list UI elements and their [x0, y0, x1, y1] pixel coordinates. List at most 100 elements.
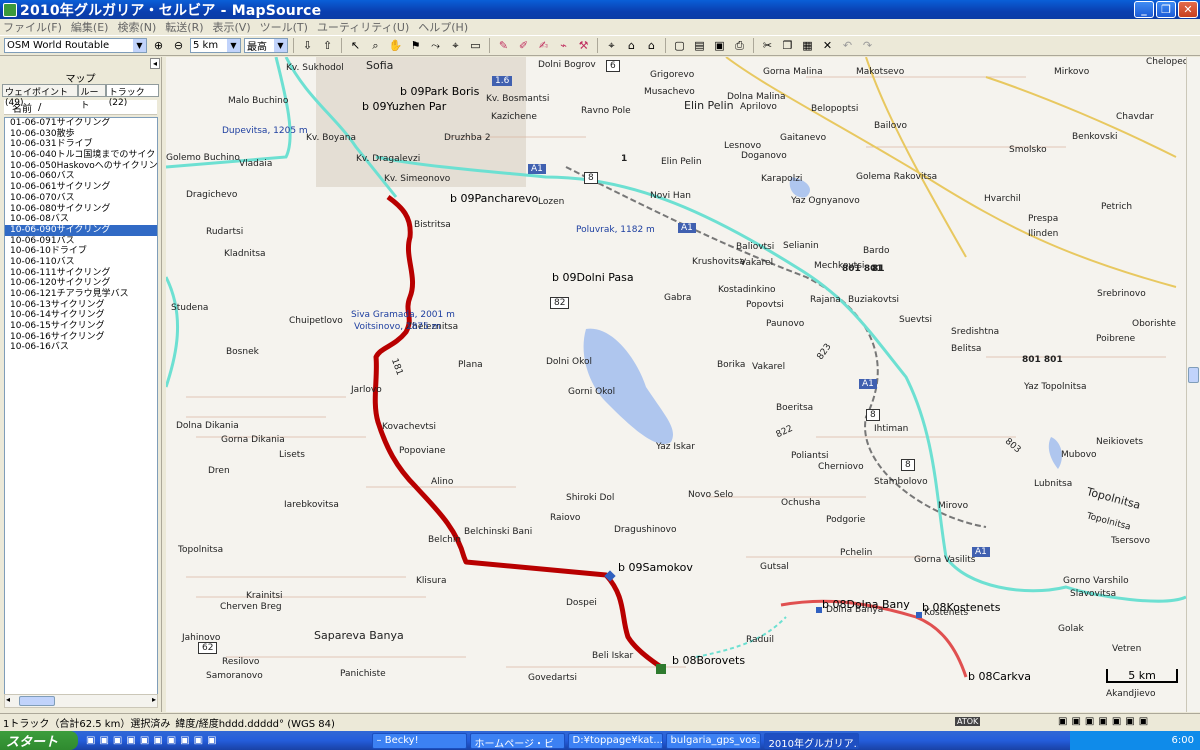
scrollbar-thumb[interactable]	[19, 696, 55, 706]
taskbar-item[interactable]: 2010年グルガリア...	[763, 732, 859, 749]
select-tool-icon[interactable]: ↖	[347, 37, 364, 54]
waypoint-label[interactable]: b 08Kostenets	[922, 601, 1000, 614]
horizontal-scrollbar[interactable]: ◂ ▸	[4, 694, 158, 708]
waypoint-label[interactable]: b 09Pancharevo	[450, 192, 538, 205]
panel-collapse-icon[interactable]: ◂	[150, 58, 160, 69]
track-list-item[interactable]: 10-06-080サイクリング	[5, 204, 157, 215]
menu-file[interactable]: ファイル(F)	[3, 19, 62, 35]
track-list-item[interactable]: 10-06-091バス	[5, 236, 157, 247]
find-icon[interactable]: ⌖	[603, 37, 620, 54]
ime-tool-icon[interactable]: ▣	[1125, 716, 1134, 727]
route-tool-icon[interactable]: ⤳	[427, 37, 444, 54]
quick-launch-icon[interactable]: ▣	[140, 735, 149, 746]
menu-edit[interactable]: 編集(E)	[71, 19, 109, 35]
save-file-icon[interactable]: ▣	[711, 37, 728, 54]
tab-tracks[interactable]: トラック (22)	[105, 84, 160, 108]
track-list-item[interactable]: 01-06-071サイクリング	[5, 118, 157, 129]
maximize-button[interactable]: ❐	[1156, 1, 1176, 18]
waypoint-label[interactable]: b 09Yuzhen Par	[362, 100, 446, 113]
map-tool-2-icon[interactable]: ✐	[515, 37, 532, 54]
zoom-in-icon[interactable]: ⊕	[150, 37, 167, 54]
quick-launch-icon[interactable]: ▣	[180, 735, 189, 746]
quick-launch-icon[interactable]: ▣	[86, 735, 95, 746]
waypoint-tool-icon[interactable]: ⚑	[407, 37, 424, 54]
ime-tool-icon[interactable]: ▣	[1058, 716, 1067, 727]
device-receive-icon[interactable]: ⇩	[299, 37, 316, 54]
vertical-scrollbar[interactable]	[1186, 57, 1200, 712]
taskbar-item[interactable]: bulgaria_gps_vos...	[665, 732, 761, 749]
scrollbar-thumb[interactable]	[1188, 367, 1199, 383]
map-tool-4-icon[interactable]: ⌁	[555, 37, 572, 54]
track-list-item[interactable]: 10-06-060バス	[5, 171, 157, 182]
track-tool-icon[interactable]: ⌖	[447, 37, 464, 54]
track-list-item[interactable]: 10-06-10ドライブ	[5, 246, 157, 257]
quick-launch-icon[interactable]: ▣	[113, 735, 122, 746]
waypoint-label[interactable]: b 08Dolna Bany	[822, 598, 910, 611]
scroll-left-icon[interactable]: ◂	[6, 695, 10, 704]
track-list-item[interactable]: 10-06-040トルコ国境までのサイクリング	[5, 150, 157, 161]
ime-tool-icon[interactable]: ▣	[1112, 716, 1121, 727]
quick-launch-icon[interactable]: ▣	[194, 735, 203, 746]
taskbar-item[interactable]: D:¥toppage¥kat...	[567, 732, 663, 749]
track-list-item[interactable]: 10-06-121チアラウ見学バス	[5, 289, 157, 300]
waypoint-label[interactable]: b 08Borovets	[672, 654, 745, 667]
menu-help[interactable]: ヘルプ(H)	[418, 19, 468, 35]
track-list-item[interactable]: 10-06-031ドライブ	[5, 139, 157, 150]
menu-view[interactable]: 表示(V)	[213, 19, 251, 35]
track-list-item[interactable]: 10-06-110バス	[5, 257, 157, 268]
track-list-item[interactable]: 10-06-111サイクリング	[5, 268, 157, 279]
menu-tools[interactable]: ツール(T)	[260, 19, 308, 35]
track-list-item[interactable]: 10-06-090サイクリング	[5, 224, 157, 236]
map-select-tool-icon[interactable]: ✎	[495, 37, 512, 54]
map-product-select[interactable]: OSM World Routable ▼	[4, 38, 147, 53]
device-send-icon[interactable]: ⇧	[319, 37, 336, 54]
tab-routes[interactable]: ルート	[77, 84, 106, 111]
track-list-item[interactable]: 10-06-16サイクリング	[5, 332, 157, 343]
track-list-item[interactable]: 10-06-14サイクリング	[5, 310, 157, 321]
track-list-item[interactable]: 10-06-030散歩	[5, 129, 157, 140]
open-file-icon[interactable]: ▤	[691, 37, 708, 54]
cut-icon[interactable]: ✂	[759, 37, 776, 54]
track-list-item[interactable]: 10-06-08バス	[5, 214, 157, 225]
copy-icon[interactable]: ❐	[779, 37, 796, 54]
track-list-item[interactable]: 10-06-13サイクリング	[5, 300, 157, 311]
map-tool-3-icon[interactable]: ✍	[535, 37, 552, 54]
ime-tool-icon[interactable]: ▣	[1098, 716, 1107, 727]
quick-launch-icon[interactable]: ▣	[99, 735, 108, 746]
menu-search[interactable]: 検索(N)	[117, 19, 156, 35]
ime-tool-icon[interactable]: ▣	[1071, 716, 1080, 727]
find-place-icon[interactable]: ⌂	[643, 37, 660, 54]
tab-waypoints[interactable]: ウェイポイント (49)	[2, 84, 78, 108]
detail-select[interactable]: 最高 ▼	[244, 38, 288, 53]
track-list-item[interactable]: 10-06-070バス	[5, 193, 157, 204]
waypoint-label[interactable]: b 09Dolni Pasa	[552, 271, 634, 284]
map-tool-5-icon[interactable]: ⚒	[575, 37, 592, 54]
zoom-out-icon[interactable]: ⊖	[170, 37, 187, 54]
track-list-item[interactable]: 10-06-120サイクリング	[5, 278, 157, 289]
redo-icon[interactable]: ↷	[859, 37, 876, 54]
zoom-tool-icon[interactable]: ⌕	[367, 37, 384, 54]
map-view[interactable]: Sofia Kv. Sukhodol Kv. Boyana Kv. Dragal…	[166, 57, 1186, 712]
minimize-button[interactable]: _	[1134, 1, 1154, 18]
menu-transfer[interactable]: 転送(R)	[165, 19, 203, 35]
quick-launch-icon[interactable]: ▣	[167, 735, 176, 746]
menu-utilities[interactable]: ユーティリティ(U)	[317, 19, 409, 35]
quick-launch-icon[interactable]: ▣	[126, 735, 135, 746]
paste-icon[interactable]: ▦	[799, 37, 816, 54]
track-list[interactable]: 01-06-071サイクリング 10-06-030散歩 10-06-031ドライブ 1…	[4, 117, 158, 697]
track-list-item[interactable]: 10-06-15サイクリング	[5, 321, 157, 332]
waypoint-label[interactable]: b 09Park Boris	[400, 85, 479, 98]
find-nearest-icon[interactable]: ⌂	[623, 37, 640, 54]
distance-tool-icon[interactable]: ▭	[467, 37, 484, 54]
taskbar-item[interactable]: ホームページ・ビ	[469, 732, 565, 749]
undo-icon[interactable]: ↶	[839, 37, 856, 54]
waypoint-marker[interactable]	[604, 570, 616, 582]
quick-launch-icon[interactable]: ▣	[153, 735, 162, 746]
waypoint-marker[interactable]	[656, 664, 666, 674]
track-list-item[interactable]: 10-06-050Haskovoへのサイクリング	[5, 161, 157, 172]
waypoint-label[interactable]: b 09Samokov	[618, 561, 693, 574]
taskbar-item[interactable]: – Becky!	[371, 732, 467, 749]
close-button[interactable]: ✕	[1178, 1, 1198, 18]
print-icon[interactable]: ⎙	[731, 37, 748, 54]
hand-tool-icon[interactable]: ✋	[387, 37, 404, 54]
